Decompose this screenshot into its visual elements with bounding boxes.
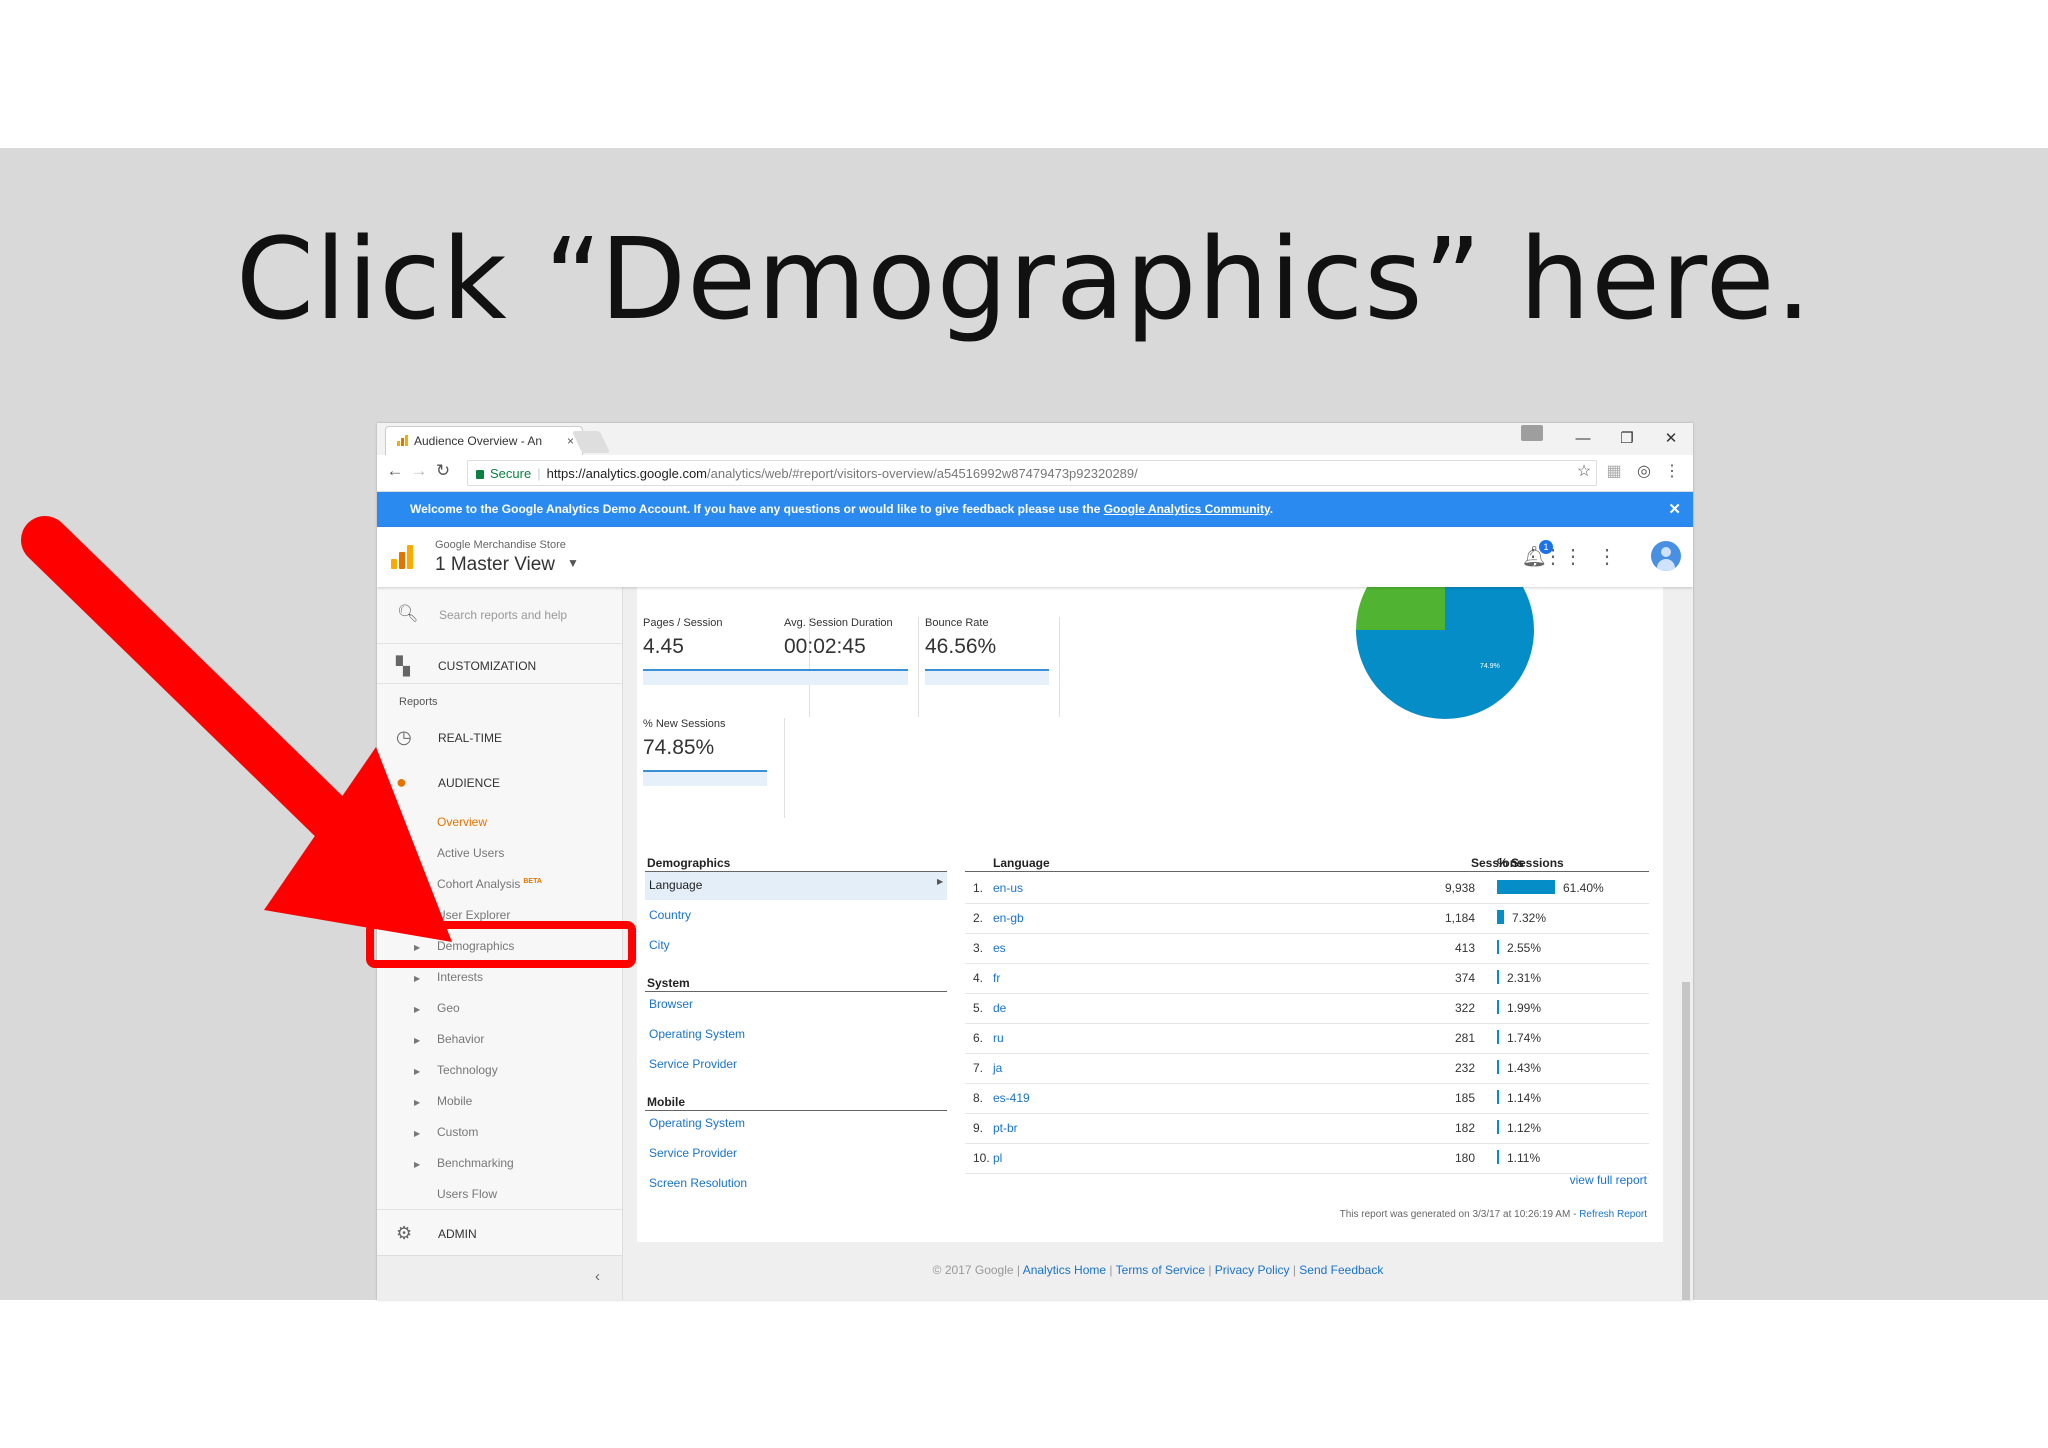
avatar[interactable]: [1651, 541, 1681, 571]
analytics-header: Google Merchandise Store 1 Master View ▼ …: [377, 527, 1693, 587]
apps-grid-icon[interactable]: ⋮⋮⋮: [1523, 544, 1583, 569]
red-pointer-arrow: [21, 516, 452, 942]
account-name: Google Merchandise Store: [435, 539, 566, 551]
more-vert-icon[interactable]: ⋮: [1597, 544, 1617, 569]
view-selector[interactable]: 1 Master View ▼: [435, 554, 579, 576]
chevron-down-icon: ▼: [567, 556, 579, 570]
analytics-logo[interactable]: [391, 545, 415, 569]
demographics-highlight-box: [366, 921, 636, 968]
